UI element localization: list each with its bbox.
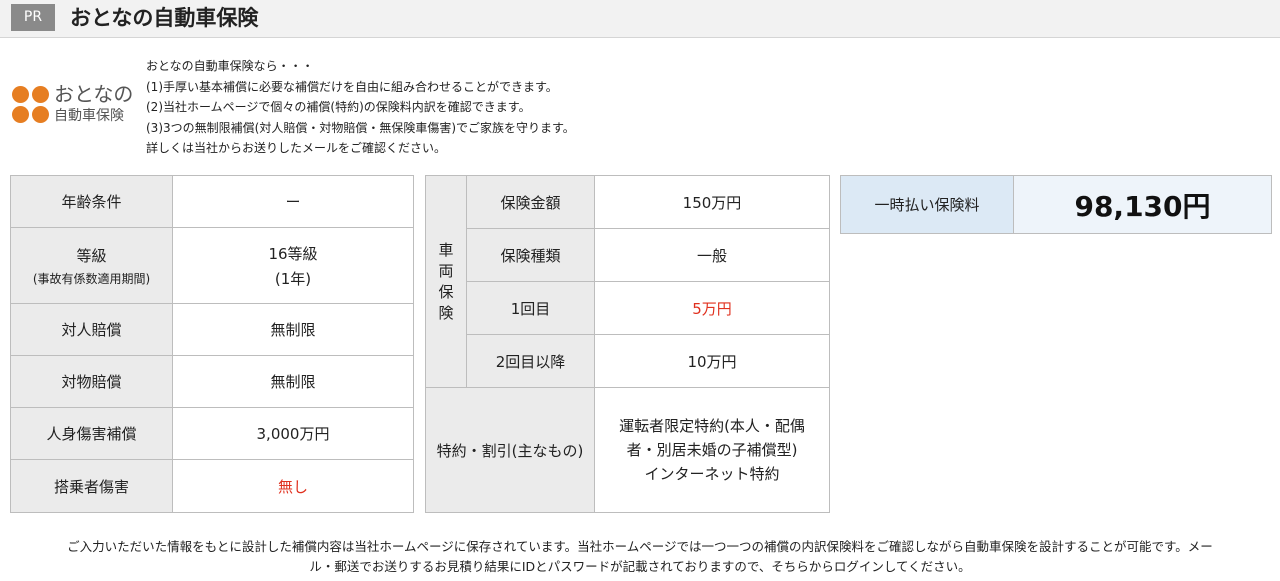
row-label-second: 2回目以降: [466, 334, 595, 388]
premium-label: 一時払い保険料: [840, 175, 1014, 234]
row-value-age: ー: [172, 175, 414, 228]
row-label-bodily: 対人賠償: [10, 303, 173, 356]
row-value-bodily: 無制限: [172, 303, 414, 356]
row-value-second: 10万円: [594, 334, 830, 388]
intro-line: おとなの自動車保険なら・・・: [146, 59, 314, 73]
intro-line: (2)当社ホームページで個々の補償(特約)の保険料内訳を確認できます。: [146, 100, 531, 114]
row-label-property: 対物賠償: [10, 355, 173, 408]
intro-line: 詳しくは当社からお送りしたメールをご確認ください。: [146, 141, 447, 155]
logo-dots-icon: [12, 86, 50, 124]
row-label-grade: 等級 (事故有係数適用期間): [10, 227, 173, 304]
table-row: 保険種類 一般: [426, 228, 830, 282]
intro-text: おとなの自動車保険なら・・・ (1)手厚い基本補償に必要な補償だけを自由に組み合…: [146, 56, 575, 159]
table-row: 搭乗者傷害 無し: [10, 459, 414, 513]
table-row: 特約・割引(主なもの) 運転者限定特約(本人・配偶 者・別居未婚の子補償型) イ…: [425, 387, 830, 513]
premium-value: 98,130円: [1013, 175, 1272, 234]
row-value-type: 一般: [594, 228, 830, 282]
table-row: 対人賠償 無制限: [10, 303, 414, 356]
row-value-passenger: 無し: [172, 459, 414, 513]
table-row: 等級 (事故有係数適用期間) 16等級 (1年): [10, 227, 414, 304]
ad-header: PR おとなの自動車保険: [0, 0, 1280, 38]
vehicle-insurance-table: 車 両 保 険 保険金額 150万円 保険種類 一般 1回目 5万円 2回目以降…: [425, 175, 830, 513]
row-value-grade: 16等級 (1年): [172, 227, 414, 304]
row-label-type: 保険種類: [466, 228, 595, 282]
row-value-special: 運転者限定特約(本人・配偶 者・別居未婚の子補償型) インターネット特約: [594, 387, 830, 513]
table-row: 人身傷害補償 3,000万円: [10, 407, 414, 460]
intro-line: (3)3つの無制限補償(対人賠償・対物賠償・無保険車傷害)でご家族を守ります。: [146, 120, 575, 135]
table-row: 車 両 保 険 保険金額 150万円: [425, 175, 830, 388]
footer-line: ご入力いただいた情報をもとに設計した補償内容は当社ホームページに保存されています…: [67, 539, 1213, 554]
table-row: 1回目 5万円: [426, 281, 830, 335]
row-value-amount: 150万円: [594, 175, 830, 229]
vehicle-group-char: 車: [438, 240, 454, 259]
logo-text-main: おとなの: [54, 82, 134, 106]
grade-value: 16等級: [268, 244, 318, 263]
grade-subvalue: (1年): [274, 269, 312, 288]
special-line: インターネット特約: [644, 465, 780, 483]
logo-text-sub: 自動車保険: [54, 108, 124, 124]
footer-line: ル・郵送でお送りするお見積り結果にIDとパスワードが記載されておりますので、そち…: [309, 559, 971, 574]
special-line: 者・別居未婚の子補償型): [626, 441, 798, 459]
row-label-first: 1回目: [466, 281, 595, 335]
row-label-special: 特約・割引(主なもの): [425, 387, 595, 513]
special-line: 運転者限定特約(本人・配偶: [619, 417, 805, 435]
row-label-personal-injury: 人身傷害補償: [10, 407, 173, 460]
premium-table: 一時払い保険料 98,130円: [840, 175, 1272, 234]
page-title[interactable]: おとなの自動車保険: [70, 3, 258, 33]
row-label-age: 年齢条件: [10, 175, 173, 228]
table-row: 年齢条件 ー: [10, 175, 414, 228]
grade-label: 等級: [76, 246, 107, 265]
grade-sublabel: (事故有係数適用期間): [32, 271, 151, 286]
table-row: 2回目以降 10万円: [426, 334, 830, 388]
coverage-table: 年齢条件 ー 等級 (事故有係数適用期間) 16等級 (1年) 対人賠償 無制限…: [10, 175, 414, 513]
row-value-first: 5万円: [594, 281, 830, 335]
row-label-passenger: 搭乗者傷害: [10, 459, 173, 513]
pr-badge: PR: [11, 4, 55, 31]
brand-logo[interactable]: おとなの 自動車保険: [12, 82, 144, 128]
row-label-amount: 保険金額: [466, 175, 595, 229]
table-row: 一時払い保険料 98,130円: [840, 175, 1272, 234]
vehicle-group-char: 両: [438, 261, 454, 280]
intro-line: (1)手厚い基本補償に必要な補償だけを自由に組み合わせることができます。: [146, 79, 558, 94]
table-row: 対物賠償 無制限: [10, 355, 414, 408]
row-value-personal-injury: 3,000万円: [172, 407, 414, 460]
vehicle-group-label: 車 両 保 険: [425, 175, 467, 388]
row-value-property: 無制限: [172, 355, 414, 408]
vehicle-group-char: 険: [438, 303, 454, 322]
footer-note: ご入力いただいた情報をもとに設計した補償内容は当社ホームページに保存されています…: [0, 537, 1280, 577]
vehicle-group-char: 保: [438, 282, 454, 301]
